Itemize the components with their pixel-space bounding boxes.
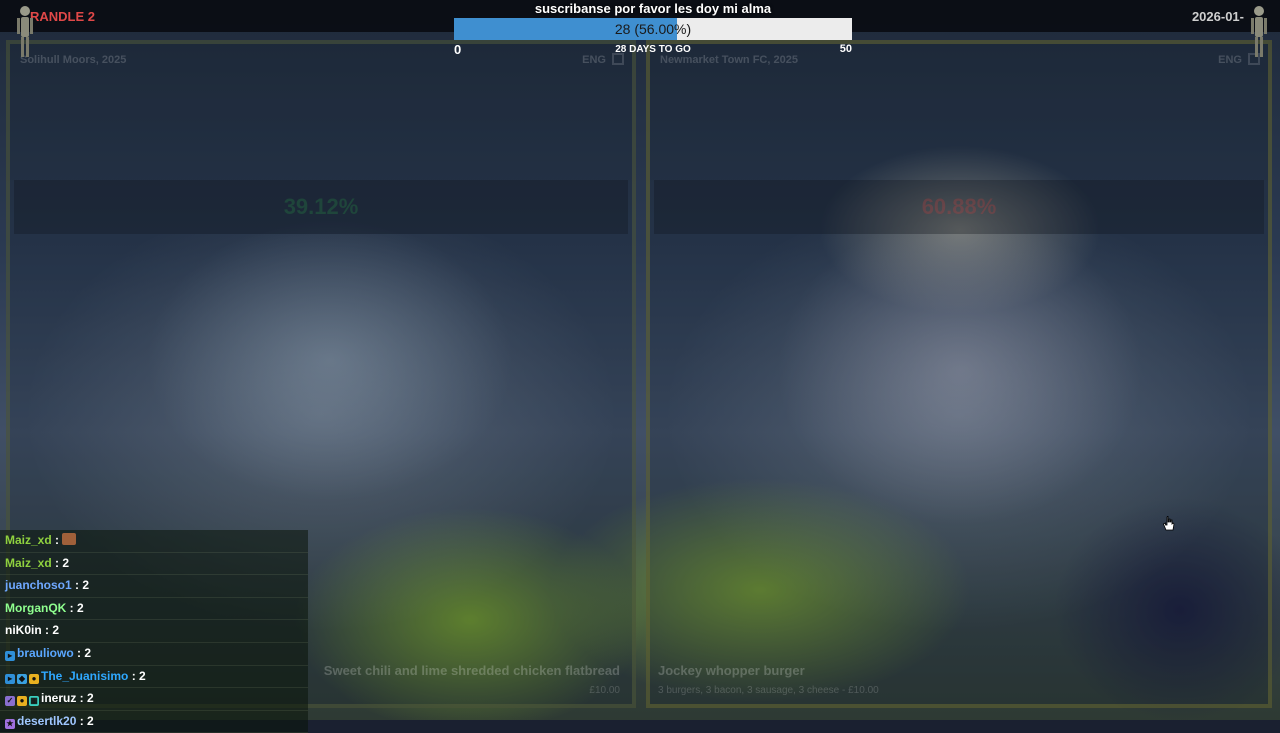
chat-separator: : — [71, 578, 83, 593]
item-name: Jockey whopper burger — [658, 663, 805, 678]
chat-message-text: 2 — [84, 645, 92, 660]
chat-message: juanchoso1 : 2 — [0, 575, 308, 598]
goal-days-left: 28 DAYS TO GO — [615, 44, 691, 55]
goal-value: 28 (56.00%) — [614, 21, 692, 37]
date-label: 2026-01- — [1191, 9, 1244, 24]
mod-badge-icon: ✓ — [5, 696, 15, 707]
item-description: 3 burgers, 3 bacon, 3 sausage, 3 cheese … — [658, 685, 879, 696]
chat-message: Maiz_xd : 2 — [0, 552, 308, 576]
chat-username[interactable]: Maiz_xd — [5, 556, 52, 570]
grid-badge-icon: ▦ — [29, 696, 39, 707]
chat-separator: : — [76, 713, 88, 728]
chat-username[interactable]: Maiz_xd — [5, 533, 52, 547]
language-label: ENG — [1218, 54, 1242, 66]
game-title: RANDLE 2 — [30, 9, 96, 24]
android-figure-icon — [17, 6, 33, 57]
chat-message-text: 2 — [139, 668, 146, 683]
chat-message-text: 2 — [87, 691, 94, 706]
hand-pointer-icon — [1163, 516, 1175, 531]
chat-username[interactable]: The_Juanisimo — [41, 669, 128, 683]
chat-message: MorganQK : 2 — [0, 597, 308, 621]
chat-message: Maiz_xd : — [0, 530, 308, 553]
prime-badge-icon: ▸ — [5, 673, 15, 684]
coin-badge-icon: ● — [17, 696, 27, 707]
chat-message-text: 2 — [87, 713, 94, 728]
goal-text: suscribanse por favor les doy mi alma — [534, 1, 772, 16]
vote-percentage: 60.88% — [921, 194, 997, 219]
vote-percentage: 39.12% — [283, 194, 359, 219]
chat-separator: : — [76, 691, 88, 706]
chat-separator: : — [41, 623, 53, 638]
choice-panel-right[interactable]: Newmarket Town FC, 2025 ENG 60.88% Jocke… — [646, 40, 1272, 708]
food-image — [662, 234, 1256, 634]
chat-separator: : — [51, 555, 63, 570]
chat-message: ★ desertlk20 : 2 — [0, 710, 308, 733]
emote-icon — [62, 533, 77, 545]
chat-username[interactable]: desertlk20 — [17, 714, 76, 728]
chat-username[interactable]: brauliowo — [17, 646, 74, 660]
item-name: Sweet chili and lime shredded chicken fl… — [323, 663, 620, 678]
chat-separator: : — [66, 600, 78, 615]
goal-progress-track: 28 (56.00%) — [454, 18, 852, 40]
chat-message-text: 2 — [77, 600, 84, 615]
chat-message: ▸ ◆ ● The_Juanisimo : 2 — [0, 665, 308, 689]
chat-message-text: 2 — [52, 623, 60, 638]
item-price: £10.00 — [589, 685, 620, 696]
chat-separator: : — [128, 668, 140, 683]
goal-max: 50 — [839, 43, 852, 55]
sub-goal-widget: suscribanse por favor les doy mi alma 28… — [454, 0, 852, 58]
club-label: Solihull Moors, 2025 — [20, 54, 127, 66]
android-figure-icon — [1251, 6, 1267, 57]
chat-overlay: Maiz_xd : Maiz_xd : 2 juanchoso1 : 2 Morga… — [0, 530, 308, 733]
chat-separator: : — [51, 533, 63, 547]
chat-message: niK0in : 2 — [0, 620, 308, 643]
coin-badge-icon: ● — [29, 673, 39, 684]
chat-username[interactable]: niK0in — [5, 623, 42, 637]
chat-message: ▸ brauliowo : 2 — [0, 642, 308, 666]
chat-message-text: 2 — [62, 555, 70, 570]
prime-badge-icon: ▸ — [5, 650, 15, 661]
chat-username[interactable]: juanchoso1 — [5, 578, 72, 592]
chat-separator: : — [73, 645, 85, 660]
chat-message-text: 2 — [82, 578, 90, 593]
chat-username[interactable]: ineruz — [41, 691, 76, 705]
chat-username[interactable]: MorganQK — [5, 601, 66, 615]
sub-badge-icon: ★ — [5, 718, 15, 729]
gift-badge-icon: ◆ — [17, 673, 27, 684]
chat-message: ✓ ● ▦ ineruz : 2 — [0, 688, 308, 711]
